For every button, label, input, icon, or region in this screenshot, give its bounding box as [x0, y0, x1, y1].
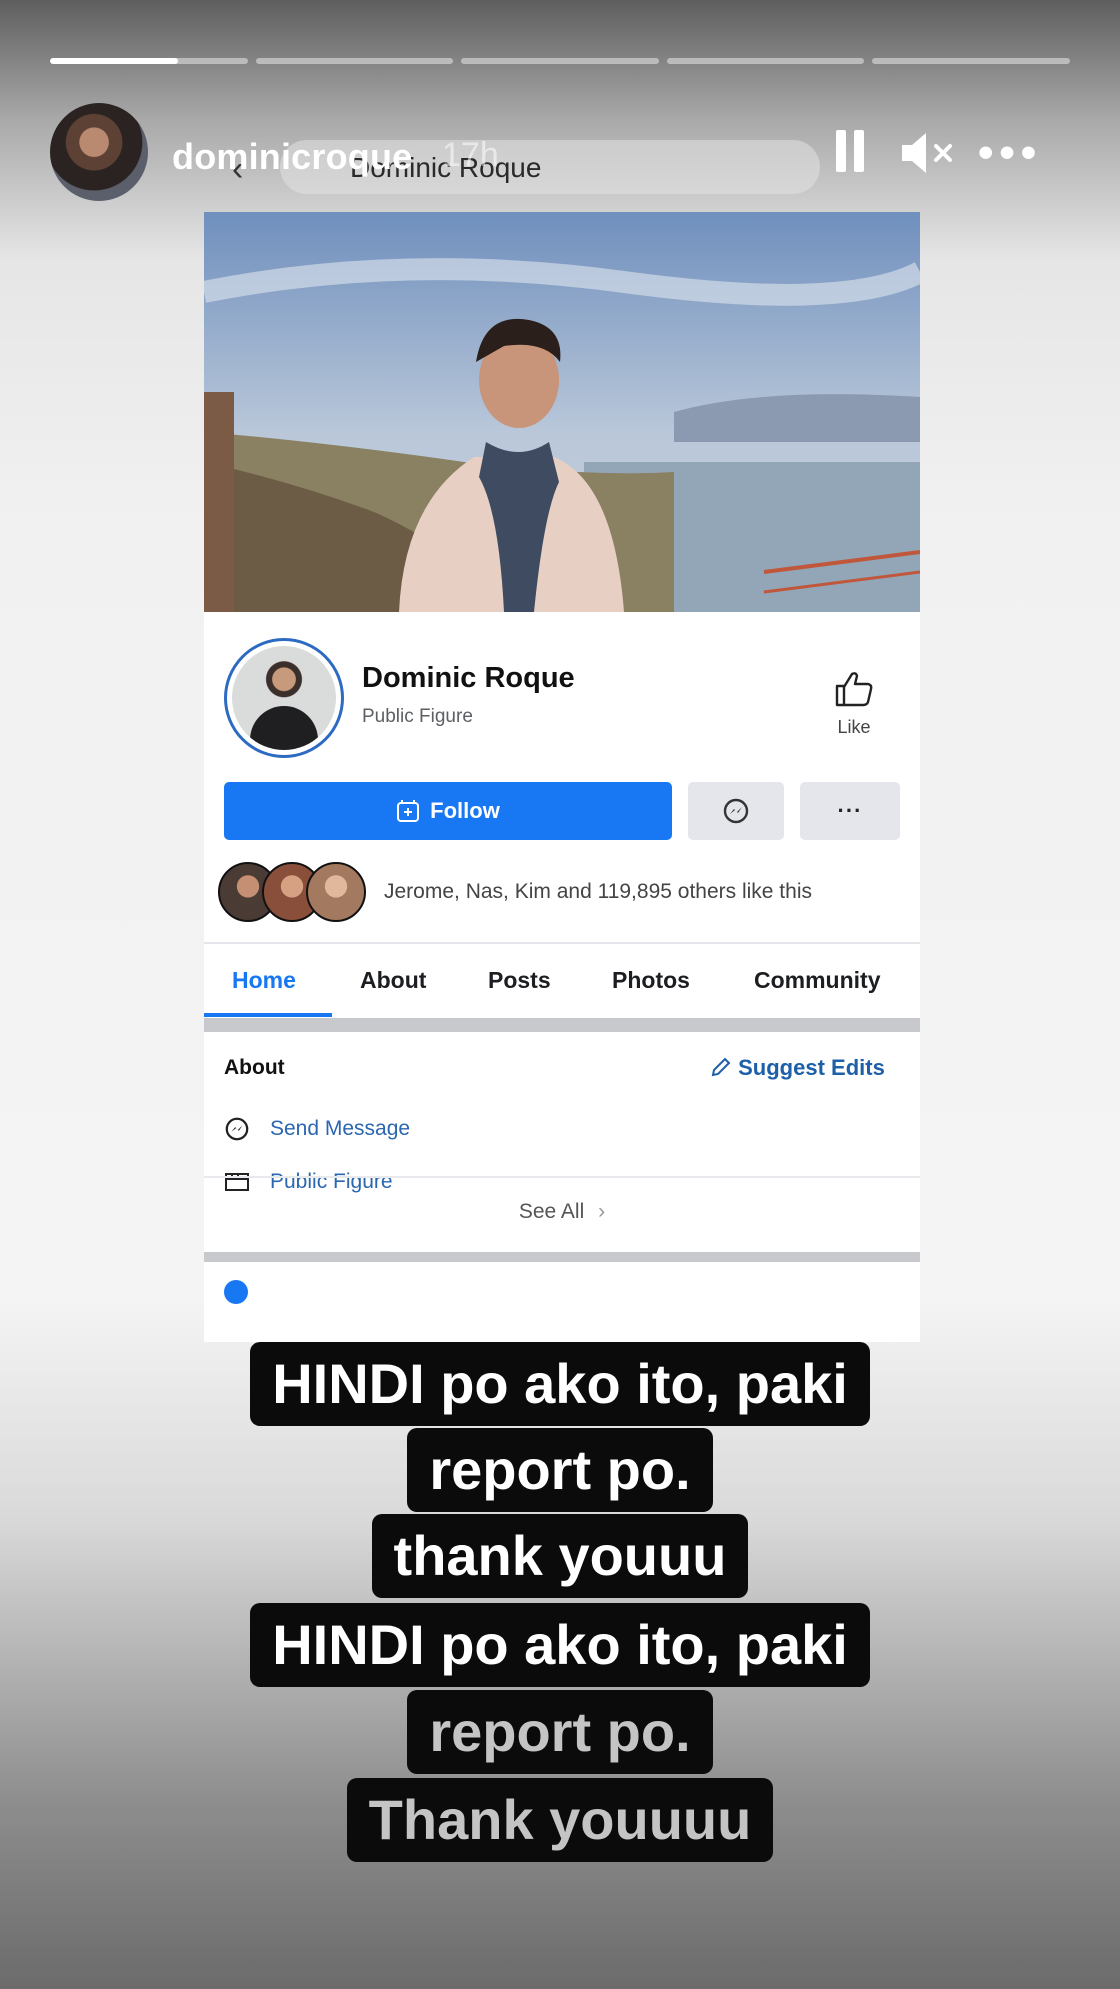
send-message-link: Send Message	[270, 1117, 411, 1140]
tab-posts[interactable]: Posts	[488, 967, 551, 994]
caption-line: HINDI po ako ito, paki	[0, 1603, 1120, 1687]
cover-photo	[204, 212, 920, 612]
caption-text: HINDI po ako ito, paki	[250, 1603, 870, 1687]
follow-icon	[397, 800, 420, 822]
caption-line: report po.	[0, 1690, 1120, 1774]
story-progress-segment	[50, 58, 248, 64]
active-tab-indicator	[204, 1013, 332, 1017]
friend-avatars	[218, 862, 366, 922]
messenger-button[interactable]	[688, 782, 784, 840]
like-button[interactable]: Like	[814, 670, 894, 738]
suggest-edits-label: Suggest Edits	[738, 1055, 885, 1080]
more-icon[interactable]: •••	[978, 128, 1042, 178]
public-figure-link: Public Figure	[270, 1170, 393, 1193]
caption-line: Thank youuuu	[0, 1778, 1120, 1862]
divider	[204, 942, 920, 944]
tab-about[interactable]: About	[360, 967, 426, 994]
facebook-page-screenshot: Dominic Roque Public Figure Like Follow …	[204, 212, 920, 1342]
caption-text: Thank youuuu	[346, 1778, 774, 1862]
story-progress-segment	[461, 58, 659, 64]
messenger-icon	[723, 798, 749, 824]
story-username[interactable]: dominicroque	[172, 136, 412, 178]
about-heading: About	[224, 1056, 285, 1079]
chevron-right-icon: ›	[598, 1200, 606, 1223]
page-category: Public Figure	[362, 706, 473, 727]
mute-icon[interactable]	[900, 130, 956, 176]
story-progress-segment	[872, 58, 1070, 64]
caption-line: report po.	[0, 1428, 1120, 1512]
see-all-label: See All	[518, 1200, 585, 1223]
suggest-edits-link[interactable]: Suggest Edits	[710, 1055, 885, 1081]
section-separator	[204, 1252, 920, 1262]
page-name: Dominic Roque	[362, 662, 575, 694]
send-message-row[interactable]: Send Message	[224, 1116, 410, 1142]
like-label: Like	[837, 717, 871, 737]
see-all-link[interactable]: See All ›	[204, 1200, 920, 1224]
caption-text: report po.	[407, 1428, 713, 1512]
thumbs-up-icon	[835, 672, 873, 707]
category-icon	[225, 1173, 249, 1191]
story-progress-segment	[666, 58, 865, 64]
public-figure-row[interactable]: Public Figure	[224, 1170, 393, 1194]
info-icon	[224, 1280, 248, 1304]
tab-home[interactable]: Home	[232, 967, 296, 994]
more-options-button[interactable]: ···	[800, 782, 900, 840]
pencil-icon	[711, 1057, 731, 1077]
caption-line: thank youuu	[0, 1514, 1120, 1598]
section-separator	[204, 1018, 920, 1032]
story-timestamp: 17h	[442, 136, 499, 174]
follow-button[interactable]: Follow	[224, 782, 672, 840]
caption-line: HINDI po ako ito, paki	[0, 1342, 1120, 1426]
story-progress-segment	[255, 58, 454, 64]
friend-avatar	[306, 862, 366, 922]
pause-icon[interactable]	[836, 130, 866, 172]
follow-label: Follow	[430, 798, 500, 823]
story-progress	[50, 58, 1070, 64]
caption-text: HINDI po ako ito, paki	[250, 1342, 870, 1426]
caption-text: report po.	[407, 1690, 713, 1774]
caption-text: thank youuu	[371, 1514, 749, 1598]
messenger-icon	[225, 1117, 249, 1141]
divider	[204, 1176, 920, 1178]
story-avatar[interactable]	[50, 103, 148, 201]
profile-picture[interactable]	[224, 638, 344, 758]
likes-summary: Jerome, Nas, Kim and 119,895 others like…	[384, 880, 812, 903]
tab-photos[interactable]: Photos	[612, 967, 690, 994]
tab-community[interactable]: Community	[754, 967, 881, 994]
